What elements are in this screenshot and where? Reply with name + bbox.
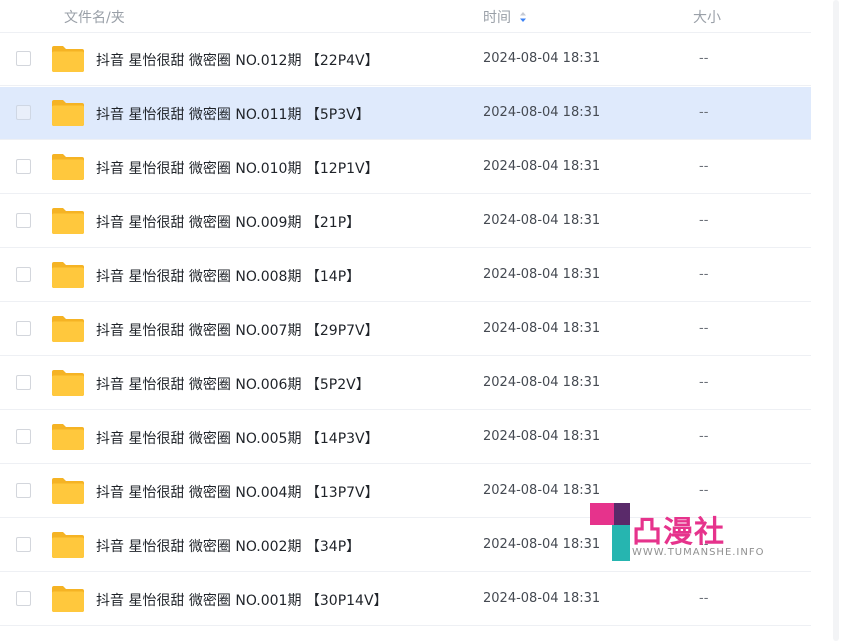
file-row[interactable]: 抖音 星怡很甜 微密圈 NO.009期 【21P】 2024-08-04 18:3… [0,195,811,248]
folder-icon [52,478,84,504]
row-checkbox[interactable] [16,591,31,606]
watermark-url: WWW.TUMANSHE.INFO [632,547,765,558]
column-header-time-label: 时间 [483,10,511,26]
t-logo-icon [590,503,630,561]
file-size: -- [699,213,709,228]
row-checkbox[interactable] [16,105,31,120]
column-header-size[interactable]: 大小 [693,7,721,27]
file-time: 2024-08-04 18:31 [483,105,601,120]
file-size: -- [699,51,709,66]
file-time: 2024-08-04 18:31 [483,321,601,336]
file-name[interactable]: 抖音 星怡很甜 微密圈 NO.007期 【29P7V】 [96,320,379,340]
file-name[interactable]: 抖音 星怡很甜 微密圈 NO.008期 【14P】 [96,266,360,286]
row-checkbox[interactable] [16,537,31,552]
file-time: 2024-08-04 18:31 [483,591,601,606]
file-name[interactable]: 抖音 星怡很甜 微密圈 NO.002期 【34P】 [96,536,360,556]
folder-icon [52,154,84,180]
row-checkbox[interactable] [16,159,31,174]
row-checkbox[interactable] [16,213,31,228]
folder-icon [52,316,84,342]
row-checkbox[interactable] [16,321,31,336]
row-checkbox[interactable] [16,51,31,66]
file-name[interactable]: 抖音 星怡很甜 微密圈 NO.011期 【5P3V】 [96,104,370,124]
file-time: 2024-08-04 18:31 [483,267,601,282]
file-row[interactable]: 抖音 星怡很甜 微密圈 NO.011期 【5P3V】 2024-08-04 18:… [0,87,811,140]
file-name[interactable]: 抖音 星怡很甜 微密圈 NO.001期 【30P14V】 [96,590,388,610]
sort-down-icon[interactable] [519,12,527,22]
file-row[interactable]: 抖音 星怡很甜 微密圈 NO.012期 【22P4V】 2024-08-04 18… [0,33,811,86]
file-name[interactable]: 抖音 星怡很甜 微密圈 NO.010期 【12P1V】 [96,158,379,178]
file-row[interactable]: 抖音 星怡很甜 微密圈 NO.006期 【5P2V】 2024-08-04 18:… [0,357,811,410]
scrollbar-thumb[interactable] [833,0,839,641]
row-checkbox[interactable] [16,267,31,282]
folder-icon [52,586,84,612]
file-list-header: 文件名/夹 时间 大小 [0,0,811,33]
file-name[interactable]: 抖音 星怡很甜 微密圈 NO.012期 【22P4V】 [96,50,379,70]
column-header-time[interactable]: 时间 [483,7,527,27]
row-checkbox[interactable] [16,483,31,498]
file-size: -- [699,483,709,498]
file-name[interactable]: 抖音 星怡很甜 微密圈 NO.004期 【13P7V】 [96,482,379,502]
row-checkbox[interactable] [16,375,31,390]
file-time: 2024-08-04 18:31 [483,159,601,174]
file-name[interactable]: 抖音 星怡很甜 微密圈 NO.009期 【21P】 [96,212,360,232]
file-row[interactable]: 抖音 星怡很甜 微密圈 NO.007期 【29P7V】 2024-08-04 18… [0,303,811,356]
file-time: 2024-08-04 18:31 [483,429,601,444]
file-size: -- [699,591,709,606]
file-time: 2024-08-04 18:31 [483,213,601,228]
file-row[interactable]: 抖音 星怡很甜 微密圈 NO.001期 【30P14V】 2024-08-04 1… [0,573,811,626]
folder-icon [52,46,84,72]
folder-icon [52,370,84,396]
watermark-logo: 凸漫社 WWW.TUMANSHE.INFO [590,503,810,563]
file-size: -- [699,321,709,336]
folder-icon [52,100,84,126]
folder-icon [52,532,84,558]
file-time: 2024-08-04 18:31 [483,375,601,390]
row-checkbox[interactable] [16,429,31,444]
file-size: -- [699,267,709,282]
file-name[interactable]: 抖音 星怡很甜 微密圈 NO.005期 【14P3V】 [96,428,379,448]
file-row[interactable]: 抖音 星怡很甜 微密圈 NO.008期 【14P】 2024-08-04 18:3… [0,249,811,302]
folder-icon [52,208,84,234]
file-row[interactable]: 抖音 星怡很甜 微密圈 NO.005期 【14P3V】 2024-08-04 18… [0,411,811,464]
file-size: -- [699,429,709,444]
folder-icon [52,262,84,288]
file-time: 2024-08-04 18:31 [483,537,601,552]
file-time: 2024-08-04 18:31 [483,483,601,498]
file-size: -- [699,105,709,120]
file-time: 2024-08-04 18:31 [483,51,601,66]
file-size: -- [699,159,709,174]
file-size: -- [699,375,709,390]
column-header-name[interactable]: 文件名/夹 [64,7,125,27]
watermark-text: 凸漫社 [632,515,725,550]
file-name[interactable]: 抖音 星怡很甜 微密圈 NO.006期 【5P2V】 [96,374,370,394]
file-row[interactable]: 抖音 星怡很甜 微密圈 NO.010期 【12P1V】 2024-08-04 18… [0,141,811,194]
folder-icon [52,424,84,450]
